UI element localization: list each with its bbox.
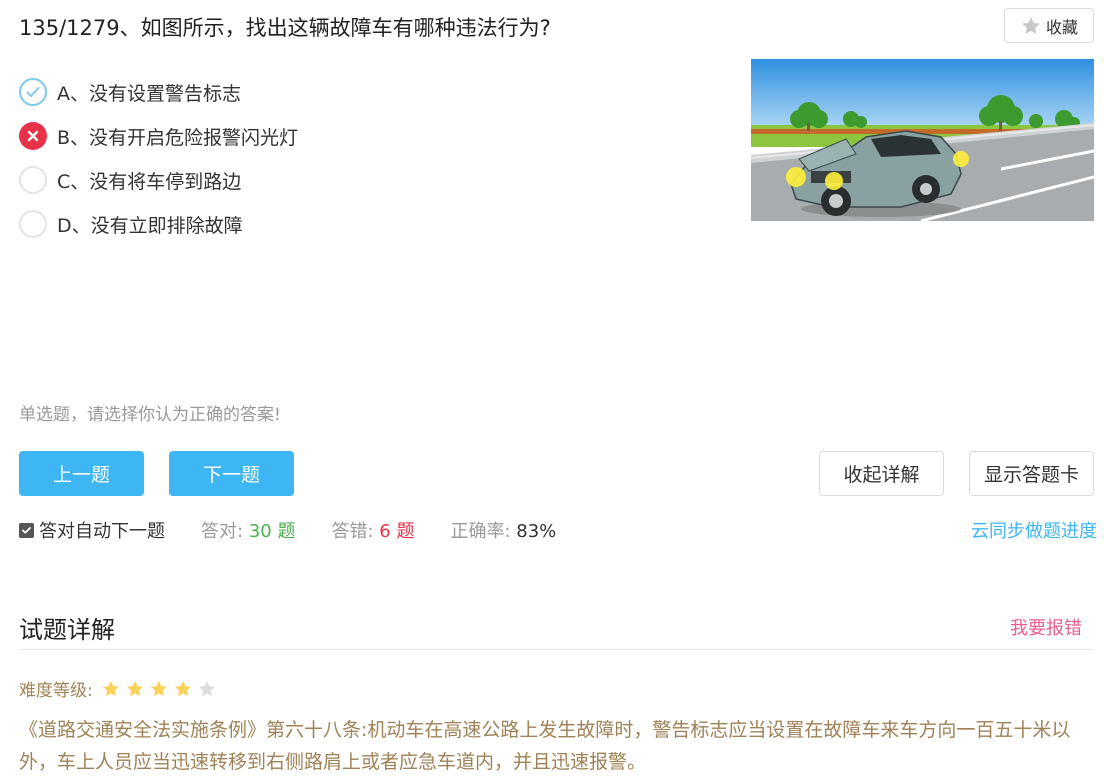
show-answer-card-button[interactable]: 显示答题卡 — [969, 451, 1094, 496]
auto-next-label[interactable]: 答对自动下一题 — [39, 517, 165, 543]
option-label: D、没有立即排除故障 — [57, 214, 243, 237]
difficulty-rating: 难度等级: — [19, 676, 217, 701]
options-list: A、没有设置警告标志 B、没有开启危险报警闪光灯 C、没有将车停到路边 D、没有… — [19, 70, 298, 246]
star-filled-icon — [150, 680, 167, 696]
detail-section-title: 试题详解 — [19, 616, 115, 644]
radio-icon — [19, 166, 47, 194]
accuracy-rate-label: 正确率: — [450, 521, 511, 542]
option-c[interactable]: C、没有将车停到路边 — [19, 158, 298, 202]
option-label: B、没有开启危险报警闪光灯 — [57, 126, 299, 149]
wrong-count: 答错: 6 题 — [331, 517, 414, 543]
cloud-sync-link[interactable]: 云同步做题进度 — [971, 517, 1097, 543]
question-image — [751, 59, 1094, 221]
accuracy-rate: 正确率: 83% — [450, 517, 556, 543]
star-filled-icon — [174, 680, 191, 696]
question-type-hint: 单选题，请选择你认为正确的答案! — [19, 405, 281, 425]
check-icon — [19, 78, 47, 106]
favorite-label: 收藏 — [1045, 17, 1078, 37]
stats-bar: 答对自动下一题 答对: 30 题 答错: 6 题 正确率: 83% — [19, 517, 592, 543]
option-label: A、没有设置警告标志 — [57, 82, 241, 105]
correct-count-label: 答对: — [201, 521, 244, 542]
star-filled-icon — [102, 680, 119, 696]
explanation-text: 《道路交通安全法实施条例》第六十八条:机动车在高速公路上发生故障时，警告标志应当… — [19, 719, 1071, 773]
next-question-button[interactable]: 下一题 — [169, 451, 294, 496]
correct-count: 答对: 30 题 — [201, 517, 295, 543]
correct-count-value: 30 题 — [248, 521, 296, 542]
cross-icon — [19, 122, 47, 150]
star-icon — [1022, 16, 1040, 34]
star-empty-icon — [198, 680, 215, 696]
report-error-link[interactable]: 我要报错 — [1010, 614, 1082, 640]
difficulty-label: 难度等级: — [19, 681, 93, 701]
radio-icon — [19, 210, 47, 238]
accuracy-rate-value: 83% — [516, 521, 557, 542]
wrong-count-label: 答错: — [331, 521, 374, 542]
favorite-button[interactable]: 收藏 — [1004, 8, 1094, 43]
auto-next-checkbox[interactable] — [19, 522, 34, 538]
wrong-count-value: 6 题 — [379, 521, 415, 542]
option-b[interactable]: B、没有开启危险报警闪光灯 — [19, 114, 298, 158]
prev-question-button[interactable]: 上一题 — [19, 451, 144, 496]
collapse-detail-button[interactable]: 收起详解 — [819, 451, 944, 496]
star-filled-icon — [126, 680, 143, 696]
question-title: 135/1279、如图所示，找出这辆故障车有哪种违法行为? — [19, 16, 551, 40]
option-a[interactable]: A、没有设置警告标志 — [19, 70, 298, 114]
option-d[interactable]: D、没有立即排除故障 — [19, 202, 298, 246]
divider — [19, 649, 1094, 650]
option-label: C、没有将车停到路边 — [57, 170, 242, 193]
difficulty-stars — [101, 679, 217, 699]
